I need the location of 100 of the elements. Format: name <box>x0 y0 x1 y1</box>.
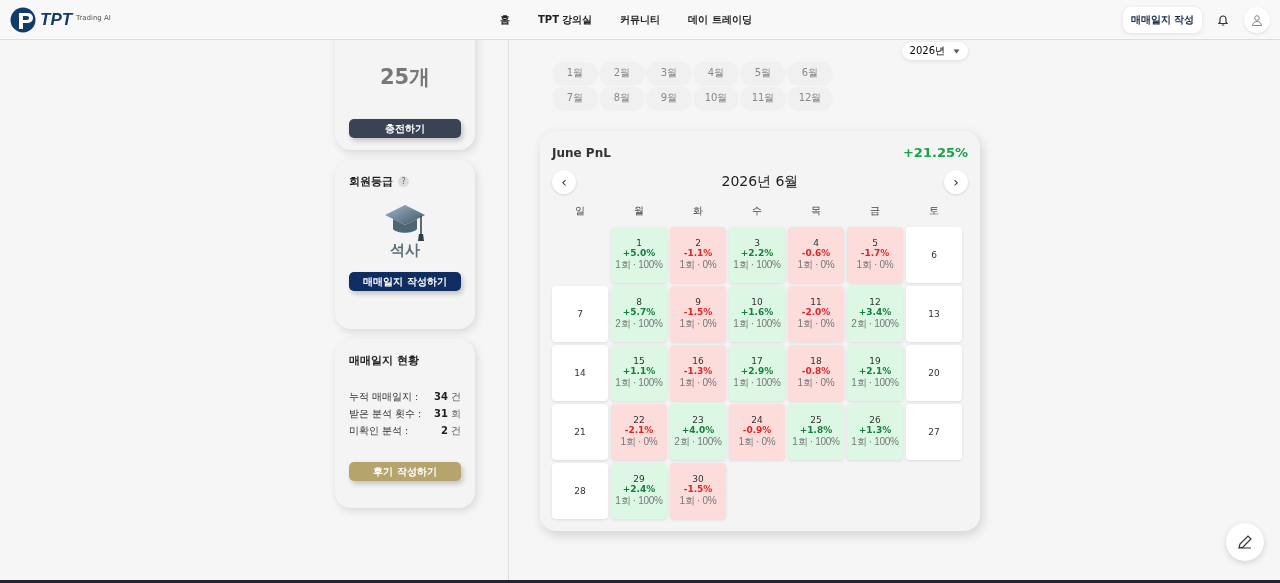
day-number: 21 <box>574 427 586 437</box>
bell-icon[interactable] <box>1216 12 1230 27</box>
nav-link[interactable]: TPT 강의실 <box>538 12 593 27</box>
stat-value: 31 <box>434 408 448 419</box>
stat-label: 받은 분석 횟수 : <box>349 408 422 421</box>
day-number: 8 <box>636 297 642 307</box>
stat-label: 누적 매매일지 : <box>349 391 419 404</box>
stat-unit: 건 <box>451 391 461 402</box>
day-pnl: -0.8% <box>801 366 831 376</box>
day-cell[interactable]: 16 -1.3% 1회 · 0% <box>670 345 726 401</box>
day-stats: 1회 · 100% <box>615 376 663 390</box>
day-number: 16 <box>692 356 704 366</box>
write-journal-button[interactable]: 매매일지 작성 <box>1122 6 1202 33</box>
day-pnl: +2.2% <box>740 248 774 258</box>
charge-button[interactable]: 충전하기 <box>349 119 461 138</box>
day-cell[interactable]: 6 <box>906 227 962 283</box>
day-number: 2 <box>695 238 701 248</box>
nav-link[interactable]: 홈 <box>500 12 510 27</box>
stat-unit: 회 <box>451 408 461 419</box>
day-number: 28 <box>574 486 586 496</box>
day-number: 23 <box>692 415 704 425</box>
day-cell[interactable]: 14 <box>552 345 608 401</box>
day-number: 9 <box>695 297 701 307</box>
edit-button[interactable] <box>1226 523 1264 561</box>
day-number: 13 <box>928 309 940 319</box>
day-stats: 2회 · 100% <box>674 435 722 449</box>
day-number: 29 <box>633 474 645 484</box>
day-cell[interactable]: 5 -1.7% 1회 · 0% <box>847 227 903 283</box>
day-cell[interactable]: 3 +2.2% 1회 · 100% <box>729 227 785 283</box>
day-cell[interactable]: 26 +1.3% 1회 · 100% <box>847 404 903 460</box>
day-number: 27 <box>928 427 940 437</box>
day-cell[interactable]: 27 <box>906 404 962 460</box>
previous-month-button[interactable]: ‹ <box>552 170 576 194</box>
weekday-label: 토 <box>928 204 940 218</box>
day-number: 25 <box>810 415 822 425</box>
day-stats: 1회 · 0% <box>797 258 835 272</box>
day-cell[interactable]: 18 -0.8% 1회 · 0% <box>788 345 844 401</box>
nav-link[interactable]: 데이 트레이딩 <box>688 12 752 27</box>
day-pnl: +4.0% <box>681 425 715 435</box>
day-cell[interactable]: 10 +1.6% 1회 · 100% <box>729 286 785 342</box>
day-cell[interactable]: 23 +4.0% 2회 · 100% <box>670 404 726 460</box>
day-cell[interactable]: 11 -2.0% 1회 · 0% <box>788 286 844 342</box>
weekday-label: 수 <box>751 204 763 218</box>
grade-name: 석사 <box>390 241 420 260</box>
day-pnl: +5.0% <box>622 248 656 258</box>
weekday-label: 일 <box>574 204 586 218</box>
weekday-label: 화 <box>692 204 704 218</box>
day-number: 7 <box>577 309 583 319</box>
day-pnl: -1.5% <box>683 307 713 317</box>
next-month-button[interactable]: › <box>944 170 968 194</box>
calendar-title: June PnL <box>552 145 611 160</box>
day-cell[interactable]: 22 -2.1% 1회 · 0% <box>611 404 667 460</box>
day-pnl: +1.6% <box>740 307 774 317</box>
day-stats: 1회 · 0% <box>797 317 835 331</box>
day-cell[interactable]: 30 -1.5% 1회 · 0% <box>670 463 726 519</box>
stat-label: 미확인 분석 : <box>349 425 409 438</box>
day-pnl: -1.5% <box>683 484 713 494</box>
day-stats: 1회 · 100% <box>792 435 840 449</box>
write-journal-button[interactable]: 매매일지 작성하기 <box>349 272 461 291</box>
day-number: 24 <box>751 415 763 425</box>
month-title: 2026년 6월 <box>721 173 799 191</box>
day-cell[interactable]: 12 +3.4% 2회 · 100% <box>847 286 903 342</box>
day-number: 26 <box>869 415 881 425</box>
day-cell[interactable]: 25 +1.8% 1회 · 100% <box>788 404 844 460</box>
nav-link[interactable]: 커뮤니티 <box>620 12 661 27</box>
day-cell[interactable]: 9 -1.5% 1회 · 0% <box>670 286 726 342</box>
day-number: 6 <box>931 250 937 260</box>
day-number: 19 <box>869 356 881 366</box>
day-cell[interactable]: 29 +2.4% 1회 · 100% <box>611 463 667 519</box>
logo-text: TPT <box>40 9 73 30</box>
day-number: 17 <box>751 356 763 366</box>
day-cell[interactable]: 7 <box>552 286 608 342</box>
day-stats: 2회 · 100% <box>615 317 663 331</box>
year-dropdown[interactable]: 2026년 <box>901 42 968 60</box>
help-icon[interactable]: ? <box>398 176 409 187</box>
day-cell[interactable]: 19 +2.1% 1회 · 100% <box>847 345 903 401</box>
day-cell[interactable]: 17 +2.9% 1회 · 100% <box>729 345 785 401</box>
day-number: 18 <box>810 356 822 366</box>
day-stats: 1회 · 100% <box>733 317 781 331</box>
caret-icon <box>953 48 960 54</box>
profile-button[interactable] <box>1244 6 1270 33</box>
stat-unit: 건 <box>451 425 461 436</box>
day-cell[interactable]: 8 +5.7% 2회 · 100% <box>611 286 667 342</box>
day-cell[interactable]: 13 <box>906 286 962 342</box>
pencil-icon <box>1237 534 1253 550</box>
day-cell[interactable]: 24 -0.9% 1회 · 0% <box>729 404 785 460</box>
day-pnl: -2.0% <box>801 307 831 317</box>
day-cell[interactable]: 2 -1.1% 1회 · 0% <box>670 227 726 283</box>
day-stats: 1회 · 0% <box>679 376 717 390</box>
day-stats: 1회 · 0% <box>738 435 776 449</box>
day-cell[interactable]: 1 +5.0% 1회 · 100% <box>611 227 667 283</box>
day-pnl: -2.1% <box>624 425 654 435</box>
day-cell[interactable]: 28 <box>552 463 608 519</box>
day-number: 12 <box>869 297 881 307</box>
day-cell[interactable]: 21 <box>552 404 608 460</box>
day-stats: 1회 · 100% <box>851 435 899 449</box>
credit-count: 25개 <box>379 64 431 91</box>
day-cell[interactable]: 20 <box>906 345 962 401</box>
day-cell[interactable]: 4 -0.6% 1회 · 0% <box>788 227 844 283</box>
day-cell[interactable]: 15 +1.1% 1회 · 100% <box>611 345 667 401</box>
